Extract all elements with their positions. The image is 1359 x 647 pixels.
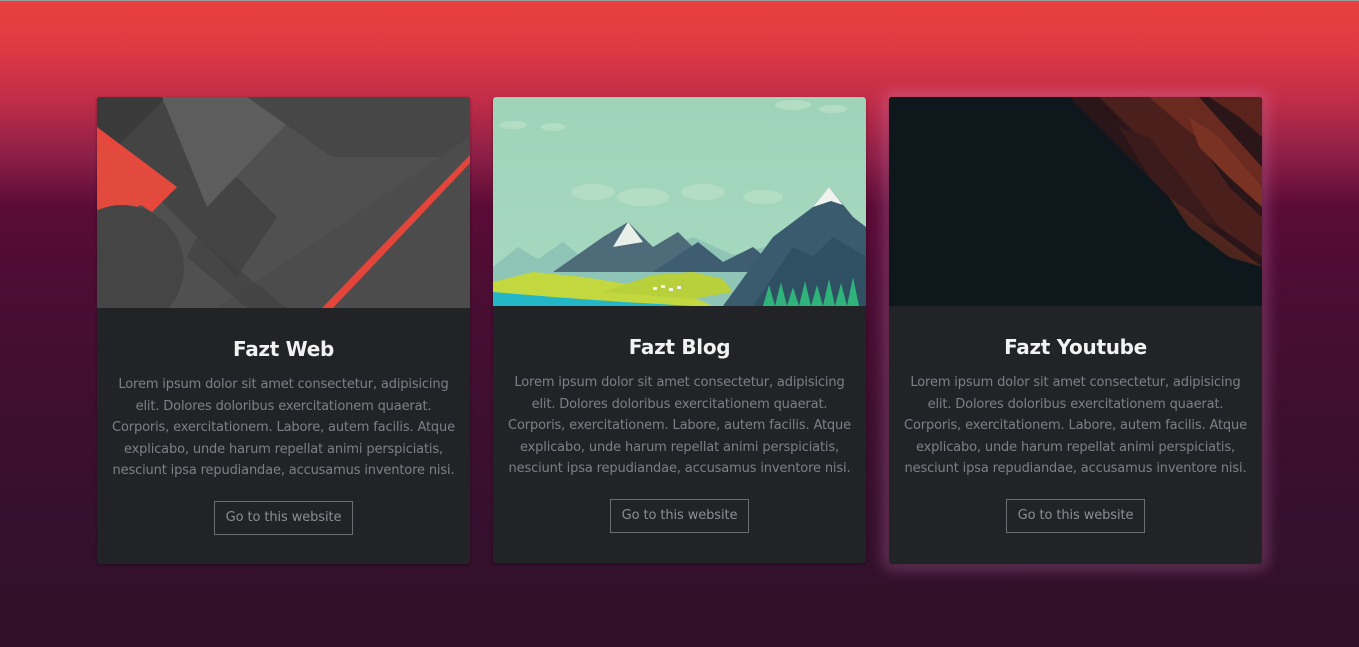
card-title: Fazt Blog [628, 335, 731, 359]
go-to-website-button[interactable]: Go to this website [610, 498, 749, 533]
material-abstract-image [97, 97, 470, 308]
go-to-website-button[interactable]: Go to this website [214, 500, 353, 535]
card-description: Lorem ipsum dolor sit amet consectetur, … [904, 375, 1247, 476]
card-description: Lorem ipsum dolor sit amet consectetur, … [112, 377, 455, 478]
card-title: Fazt Youtube [1004, 335, 1147, 359]
card-fazt-blog: Fazt Blog Lorem ipsum dolor sit amet con… [493, 97, 866, 563]
card-fazt-youtube: Fazt Youtube Lorem ipsum dolor sit amet … [889, 97, 1262, 564]
card-description: Lorem ipsum dolor sit amet consectetur, … [508, 375, 851, 476]
card-fazt-web: Fazt Web Lorem ipsum dolor sit amet cons… [97, 97, 470, 564]
mountain-landscape-image [493, 97, 866, 306]
go-to-website-button[interactable]: Go to this website [1006, 498, 1145, 533]
top-border [0, 0, 1359, 1]
card-title: Fazt Web [233, 337, 334, 361]
dark-abstract-image [889, 97, 1262, 306]
